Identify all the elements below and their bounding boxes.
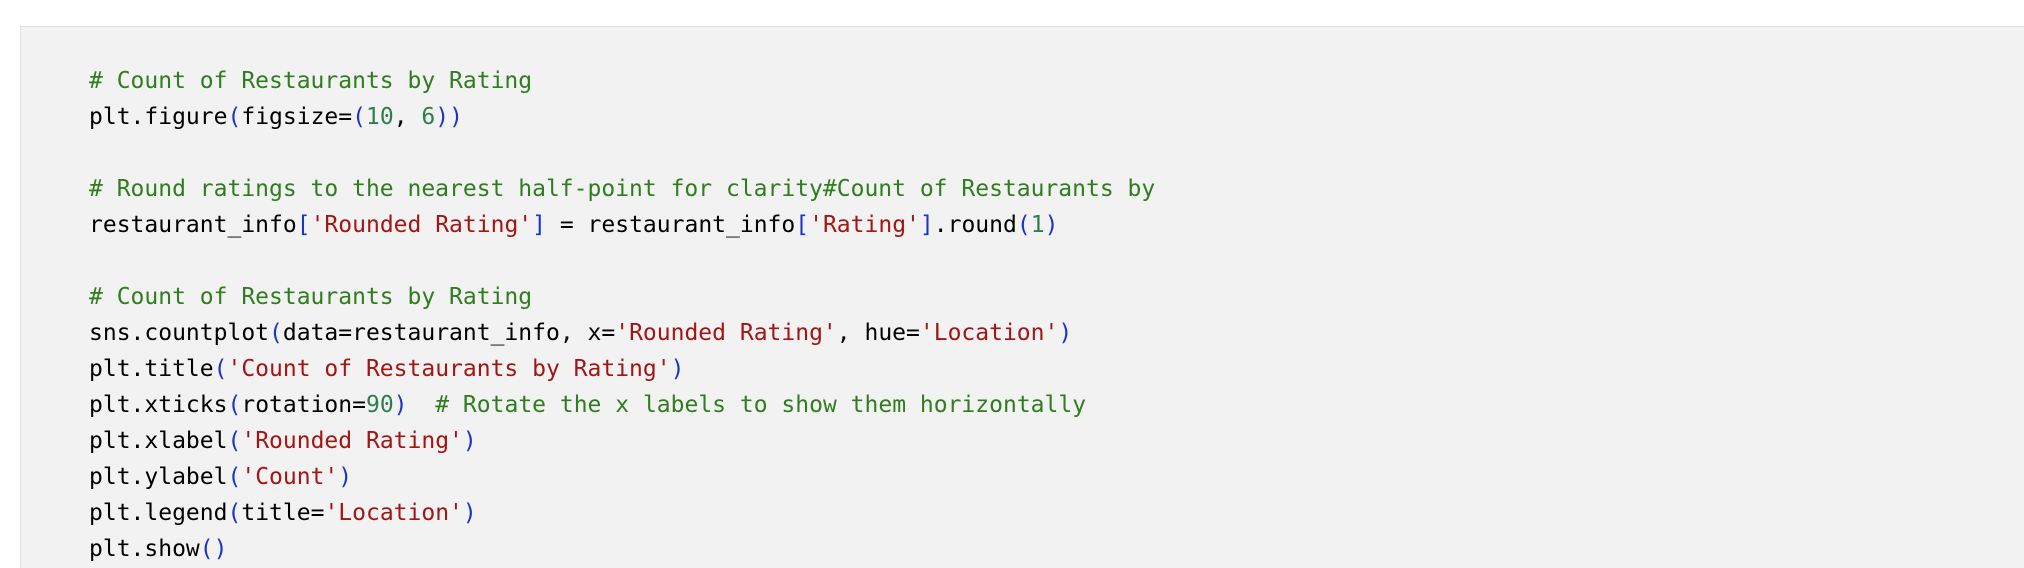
code-line: plt.xlabel('Rounded Rating') — [89, 423, 1155, 459]
notebook-page: # Count of Restaurants by Rating plt.figu… — [0, 0, 2024, 568]
code-comment: # Round ratings to the nearest half-poin… — [89, 176, 1156, 202]
code-bracket: [ — [296, 212, 311, 238]
code-line: # Count of Restaurants by Rating — [89, 63, 1155, 99]
code-string: 'Count of Restaurants by Rating' — [227, 356, 671, 382]
code-text: restaurant_info — [89, 212, 297, 238]
code-line: # Round ratings to the nearest half-poin… — [89, 171, 1155, 207]
code-bracket: ) — [393, 392, 408, 418]
code-bracket: ] — [919, 212, 934, 238]
code-line: sns.countplot(data=restaurant_info, x='R… — [89, 315, 1155, 351]
code-text: figsize= — [241, 104, 353, 130]
code-string: 'Rating' — [809, 212, 920, 238]
code-bracket: ) — [670, 356, 685, 382]
code-string: 'Location' — [919, 320, 1059, 346]
code-text: , — [393, 104, 422, 130]
code-line: plt.title('Count of Restaurants by Ratin… — [89, 351, 1155, 387]
code-string: 'Rounded Rating' — [241, 428, 463, 454]
code-comment: # Rotate the x labels to show them horiz… — [435, 392, 1087, 418]
code-text: title= — [241, 500, 325, 526]
code-line: # Count of Restaurants by Rating — [89, 279, 1155, 315]
code-bracket: ( — [227, 428, 242, 454]
code-text: plt.ylabel — [89, 464, 228, 490]
code-bracket: ) — [462, 428, 477, 454]
code-bracket: ) — [338, 464, 353, 490]
code-bracket: ( — [213, 356, 228, 382]
code-bracket: [ — [795, 212, 810, 238]
code-bracket: )) — [435, 104, 463, 130]
code-cell[interactable]: # Count of Restaurants by Rating plt.figu… — [20, 26, 2024, 568]
code-bracket: ) — [1044, 212, 1059, 238]
code-line: plt.ylabel('Count') — [89, 459, 1155, 495]
code-bracket: ( — [1016, 212, 1031, 238]
code-text: plt.xticks — [89, 392, 228, 418]
code-number: 90 — [365, 392, 394, 418]
code-bracket: ) — [1058, 320, 1073, 346]
code-bracket: ( — [269, 320, 283, 346]
code-bracket: ( — [227, 464, 242, 490]
code-bracket: ) — [462, 500, 477, 526]
code-line: plt.show() — [89, 531, 1155, 567]
code-bracket: ] — [532, 212, 546, 238]
code-number: 10 — [365, 104, 394, 130]
code-string: 'Rounded Rating' — [310, 212, 533, 238]
code-line: plt.figure(figsize=(10, 6)) — [89, 99, 1155, 135]
code-string: 'Count' — [241, 464, 339, 490]
code-text: rotation= — [241, 392, 366, 418]
code-editor[interactable]: # Count of Restaurants by Rating plt.figu… — [89, 63, 1155, 567]
code-line: plt.xticks(rotation=90) # Rotate the x l… — [89, 387, 1155, 423]
code-number: 1 — [1030, 212, 1045, 238]
code-string: 'Rounded Rating' — [615, 320, 837, 346]
code-text: plt.title — [89, 356, 214, 382]
code-bracket: () — [199, 536, 228, 562]
code-string: 'Location' — [324, 500, 463, 526]
code-text: plt.xlabel — [89, 428, 228, 454]
code-text: .round — [933, 212, 1017, 238]
code-text: data=restaurant_info, x= — [282, 320, 616, 346]
code-bracket: ( — [227, 392, 242, 418]
code-text: plt.legend — [89, 500, 228, 526]
code-text: = restaurant_info — [546, 212, 796, 238]
code-text: , hue= — [836, 320, 920, 346]
code-comment: # Count of Restaurants by Rating — [89, 284, 533, 310]
code-text: plt.figure — [89, 104, 228, 130]
code-line: restaurant_info['Rounded Rating'] = rest… — [89, 207, 1155, 243]
code-text: sns.countplot — [89, 320, 270, 346]
code-comment: # Count of Restaurants by Rating — [89, 68, 533, 94]
code-text: plt.show — [89, 536, 200, 562]
code-bracket: ( — [227, 104, 242, 130]
code-bracket: ( — [352, 104, 366, 130]
code-line: plt.legend(title='Location') — [89, 495, 1155, 531]
code-number: 6 — [421, 104, 436, 130]
code-bracket: ( — [227, 500, 242, 526]
